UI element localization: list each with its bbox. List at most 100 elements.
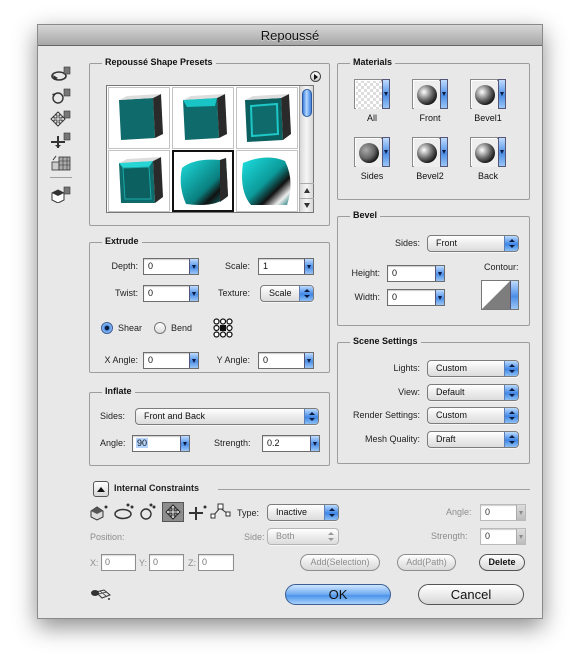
flyout-menu-icon	[314, 74, 318, 80]
delete-constraint-button[interactable]: Delete	[479, 554, 525, 571]
chevron-down-icon[interactable]	[189, 259, 198, 274]
add-selection-button[interactable]: Add(Selection)	[300, 554, 380, 571]
x-position-field[interactable]: 0	[101, 554, 136, 571]
bend-radio[interactable]	[154, 322, 166, 334]
updown-arrows-icon	[504, 236, 518, 251]
constraint-angle-field[interactable]: 0	[480, 504, 526, 521]
reference-point-grid[interactable]	[213, 318, 233, 338]
presets-flyout-button[interactable]	[310, 71, 321, 82]
chevron-down-icon[interactable]	[498, 79, 506, 109]
lights-select[interactable]: Custom	[427, 360, 519, 377]
tool-roll-3d[interactable]	[50, 87, 72, 105]
constraint-tool-scale[interactable]	[210, 502, 231, 520]
contour-label: Contour:	[484, 262, 519, 272]
material-all-picker[interactable]	[354, 79, 390, 109]
bevel-sides-select[interactable]: Front	[427, 235, 519, 252]
preset-thumbnail-icon	[183, 94, 227, 140]
chevron-down-icon[interactable]	[189, 353, 198, 368]
scroll-up-arrow[interactable]	[300, 183, 314, 197]
preset-bevel-box[interactable]	[108, 150, 170, 212]
z-position-field[interactable]: 0	[198, 554, 234, 571]
constraint-tool-roll[interactable]	[138, 503, 158, 521]
chevron-down-icon[interactable]	[304, 353, 313, 368]
add-path-button[interactable]: Add(Path)	[397, 554, 456, 571]
tool-camera-3d[interactable]	[50, 185, 72, 204]
chevron-down-icon[interactable]	[516, 505, 525, 520]
material-front-picker[interactable]	[412, 79, 448, 109]
constraint-side-select[interactable]: Both	[267, 528, 339, 545]
material-swatch-icon	[354, 79, 382, 109]
material-swatch-icon	[412, 79, 440, 109]
chevron-down-icon[interactable]	[440, 79, 448, 109]
chevron-down-icon[interactable]	[180, 436, 189, 451]
material-bevel1-picker[interactable]	[470, 79, 506, 109]
y-angle-field[interactable]: 0	[258, 352, 314, 369]
chevron-down-icon[interactable]	[510, 281, 518, 309]
tool-drag-3d[interactable]	[50, 109, 72, 127]
preset-extrude[interactable]	[108, 87, 170, 149]
shear-radio[interactable]	[101, 322, 113, 334]
presets-scrollbar[interactable]	[299, 86, 314, 212]
material-label: Front	[419, 113, 441, 123]
inflate-group: Inflate Sides: Front and Back Angle: 90 …	[89, 386, 330, 466]
chevron-down-icon[interactable]	[440, 137, 448, 167]
cancel-button[interactable]: Cancel	[418, 584, 524, 605]
preset-inflate[interactable]	[172, 150, 234, 212]
constraint-strength-field[interactable]: 0	[480, 528, 526, 545]
inflate-strength-field[interactable]: 0.2	[262, 435, 320, 452]
preset-bevel-frame[interactable]	[172, 87, 234, 149]
constraint-tool-rotate-object[interactable]	[90, 503, 110, 521]
constraint-orbit-icon	[114, 503, 134, 520]
chevron-down-icon[interactable]	[382, 137, 390, 167]
scroll-down-arrow[interactable]	[300, 198, 314, 212]
mesh-preview-icon	[91, 589, 111, 600]
depth-field[interactable]: 0	[143, 258, 199, 275]
bevel-height-field[interactable]: 0	[387, 265, 445, 282]
tool-rotate-3d[interactable]	[50, 65, 72, 83]
chevron-down-icon[interactable]	[435, 266, 444, 281]
inflate-strength-label: Strength:	[214, 438, 251, 448]
constraint-tool-slide[interactable]	[188, 503, 208, 521]
y-position-field[interactable]: 0	[149, 554, 184, 571]
chevron-down-icon[interactable]	[310, 436, 319, 451]
ok-button[interactable]: OK	[285, 584, 391, 605]
constraint-scale-icon	[210, 503, 231, 519]
constraint-type-select[interactable]: Inactive	[267, 504, 339, 521]
mesh-quality-select[interactable]: Draft	[427, 431, 519, 448]
constraint-slide-icon	[189, 505, 207, 520]
chevron-down-icon[interactable]	[498, 137, 506, 167]
preset-thumbnail-icon	[245, 94, 291, 142]
view-select[interactable]: Default	[427, 384, 519, 401]
material-back-picker[interactable]	[470, 137, 506, 167]
material-sides-picker[interactable]	[354, 137, 390, 167]
texture-select[interactable]: Scale	[260, 285, 314, 302]
chevron-down-icon[interactable]	[189, 286, 198, 301]
depth-label: Depth:	[111, 261, 138, 271]
chevron-down-icon[interactable]	[516, 529, 525, 544]
inflate-angle-field[interactable]: 90	[132, 435, 190, 452]
chevron-down-icon[interactable]	[382, 79, 390, 109]
constraint-tool-drag[interactable]	[162, 502, 184, 522]
constraint-tool-orbit[interactable]	[113, 503, 134, 521]
preset-inflate-sides[interactable]	[236, 150, 298, 212]
chevron-down-icon[interactable]	[435, 290, 444, 305]
constraints-collapse-button[interactable]	[93, 481, 109, 497]
bevel-width-field[interactable]: 0	[387, 289, 445, 306]
twist-field[interactable]: 0	[143, 285, 199, 302]
preset-inset-frame[interactable]	[236, 87, 298, 149]
updown-arrows-icon	[504, 385, 518, 400]
scrollbar-thumb[interactable]	[302, 89, 312, 117]
material-bevel2-picker[interactable]	[412, 137, 448, 167]
scale-field[interactable]: 1	[258, 258, 314, 275]
tool-slide-3d[interactable]	[50, 131, 72, 149]
render-settings-select[interactable]: Custom	[427, 407, 519, 424]
constraints-divider	[218, 489, 530, 490]
x-angle-field[interactable]: 0	[143, 352, 199, 369]
tool-scale-3d[interactable]	[50, 153, 72, 171]
inflate-sides-select[interactable]: Front and Back	[135, 408, 319, 425]
chevron-down-icon[interactable]	[304, 259, 313, 274]
render-settings-label: Render Settings:	[352, 410, 420, 420]
constraint-drag-icon	[165, 504, 181, 520]
contour-picker[interactable]	[481, 280, 519, 310]
mesh-preview-toggle[interactable]	[90, 588, 112, 602]
